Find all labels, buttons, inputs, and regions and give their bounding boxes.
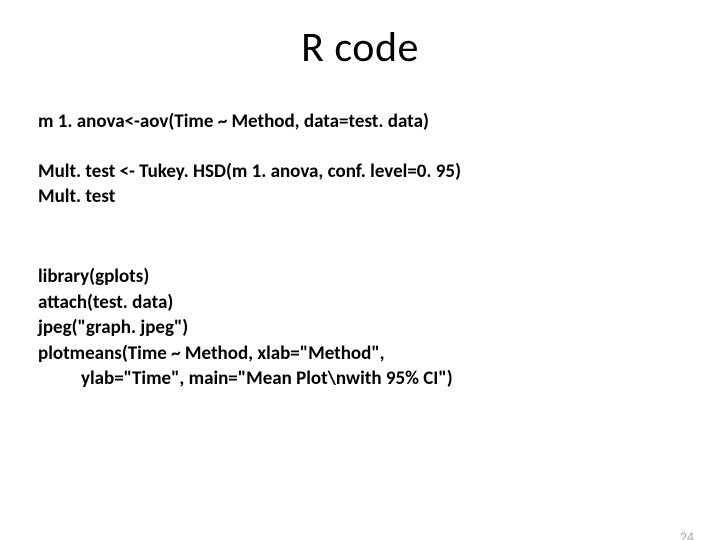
slide-title: R code <box>0 22 720 73</box>
code-line: attach(test. data) <box>38 290 682 316</box>
code-line: jpeg("graph. jpeg") <box>38 315 682 341</box>
code-line: m 1. anova<-aov(Time ~ Method, data=test… <box>38 109 682 135</box>
slide-content: m 1. anova<-aov(Time ~ Method, data=test… <box>0 109 720 392</box>
slide: R code m 1. anova<-aov(Time ~ Method, da… <box>0 22 720 540</box>
code-line: plotmeans(Time ~ Method, xlab="Method", <box>38 341 682 367</box>
page-number: 24 <box>680 529 694 540</box>
code-line: library(gplots) <box>38 264 682 290</box>
code-line: ylab="Time", main="Mean Plot\nwith 95% C… <box>38 366 682 392</box>
code-line: Mult. test <box>38 184 682 210</box>
code-line: Mult. test <- Tukey. HSD(m 1. anova, con… <box>38 159 682 185</box>
